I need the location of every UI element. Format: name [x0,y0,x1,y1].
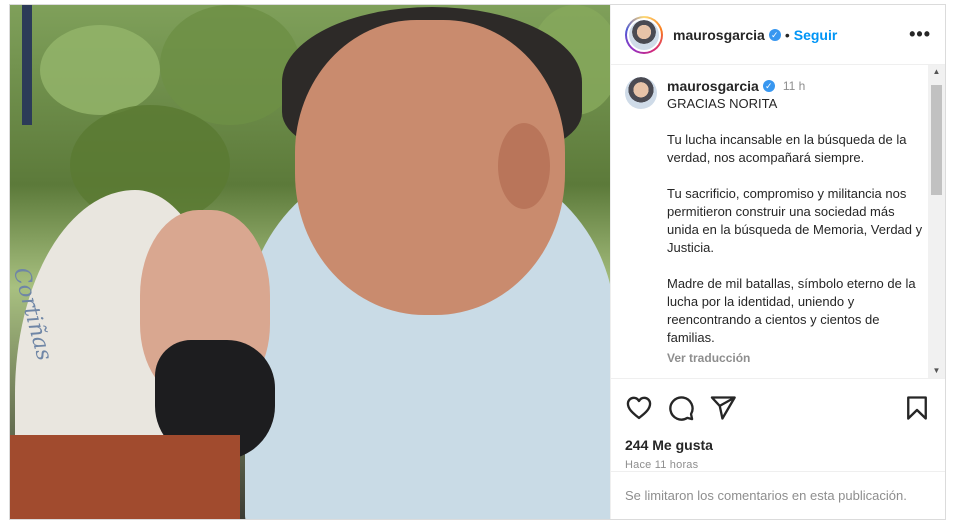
send-icon[interactable] [709,394,737,422]
comment-icon[interactable] [667,394,695,422]
likes-count[interactable]: 244 Me gusta [611,437,945,453]
follow-button[interactable]: Seguir [794,27,838,43]
post-timestamp: Hace 11 horas [625,459,699,471]
post-photo[interactable]: Cortiñas [10,5,610,519]
verified-badge-icon: ✓ [768,28,781,41]
scroll-up-arrow-icon[interactable]: ▲ [928,65,945,79]
author-username[interactable]: maurosgarcia [673,27,765,43]
caption-paragraph-2: Tu sacrificio, compromiso y militancia n… [667,186,923,255]
scroll-down-arrow-icon[interactable]: ▼ [928,364,945,378]
comments-limited-notice: Se limitaron los comentarios en esta pub… [611,471,945,519]
caption-area[interactable]: maurosgarcia ✓ 11 h GRACIAS NORITA Tu lu… [611,65,945,379]
post-sidebar: maurosgarcia ✓ • Seguir ••• maurosgarcia… [610,5,945,519]
scrollbar-thumb[interactable] [931,85,942,195]
caption-username[interactable]: maurosgarcia [667,77,759,95]
verified-badge-icon: ✓ [762,80,775,92]
caption-title: GRACIAS NORITA [667,96,778,111]
caption-time: 11 h [782,79,806,93]
caption-avatar[interactable] [625,77,657,109]
author-avatar-ring[interactable] [625,15,663,54]
bookmark-icon[interactable] [903,394,931,422]
caption-paragraph-3: Madre de mil batallas, símbolo eterno de… [667,276,916,345]
caption-paragraph-1: Tu lucha incansable en la búsqueda de la… [667,132,907,165]
see-translation-link[interactable]: Ver traducción [667,349,927,367]
action-bar [611,379,945,437]
caption-scrollbar[interactable]: ▲ ▼ [928,65,945,378]
avatar [629,19,659,50]
caption: maurosgarcia ✓ 11 h GRACIAS NORITA Tu lu… [625,77,927,367]
heart-icon[interactable] [625,394,653,422]
separator-dot: • [784,26,790,43]
post-modal: Cortiñas maurosgarcia ✓ • Seguir ••• mau… [9,4,946,520]
post-header: maurosgarcia ✓ • Seguir ••• [611,5,945,65]
more-options-icon[interactable]: ••• [909,24,931,45]
